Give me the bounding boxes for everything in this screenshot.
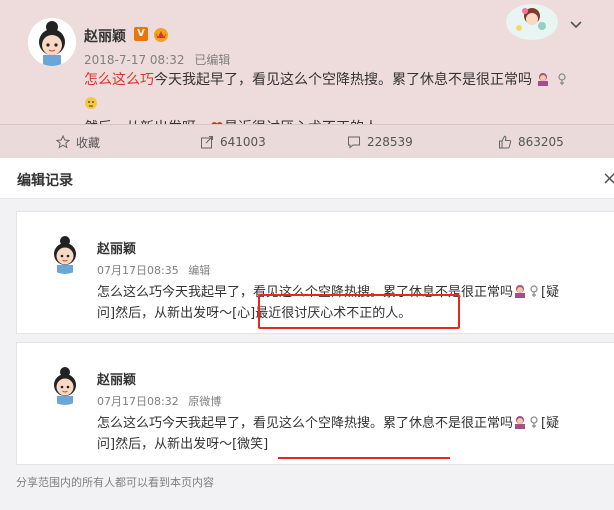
- dialog-title: 编辑记录: [17, 173, 73, 189]
- comment-count: 228539: [367, 135, 413, 149]
- post-text-line1: 今天我起早了，看见这么个空降热搜。累了休息不是很正常吗: [154, 72, 532, 88]
- avatar[interactable]: [45, 365, 85, 405]
- author-name[interactable]: 赵丽颖: [84, 26, 126, 46]
- post-meta: 2018-7-17 08:32 已编辑: [84, 51, 236, 68]
- edit-history-dialog: 编辑记录 × 赵丽颖 07月17日08:35 编辑 怎么这么巧今天我起早了，看见…: [0, 158, 614, 510]
- chevron-down-icon[interactable]: [568, 16, 584, 32]
- vip-badge: V: [134, 27, 148, 41]
- red-underline: [278, 457, 450, 459]
- record-text-suffix: [疑: [541, 285, 560, 300]
- dialog-body: 赵丽颖 07月17日08:35 编辑 怎么这么巧今天我起早了，看见这么个空降热搜…: [0, 199, 614, 510]
- record-author[interactable]: 赵丽颖: [97, 369, 136, 388]
- record-meta: 07月17日08:35 编辑: [97, 262, 216, 278]
- red-highlight-box: [258, 294, 460, 329]
- like-button[interactable]: 863205: [498, 125, 564, 159]
- record-text-line1: 怎么这么巧今天我起早了，看见这么个空降热搜。累了休息不是很正常吗: [97, 416, 514, 431]
- weibo-post: 赵丽颖 V 2018-7-17 08:32 已编辑 怎么这么巧今天我起早了，看见…: [0, 0, 614, 159]
- edit-record-card: 赵丽颖 07月17日08:35 编辑 怎么这么巧今天我起早了，看见这么个空降热搜…: [16, 211, 614, 334]
- like-icon: [499, 135, 512, 149]
- edit-record-card: 赵丽颖 07月17日08:32 原微博 怎么这么巧今天我起早了，看见这么个空降热…: [16, 342, 614, 465]
- record-text-line2: 问]然后，从新出发呀～[微笑]: [97, 437, 269, 452]
- female-sign-icon: [530, 416, 538, 428]
- thinking-emoji-icon: [85, 97, 97, 109]
- comment-button[interactable]: 228539: [347, 125, 413, 159]
- record-author[interactable]: 赵丽颖: [97, 238, 136, 257]
- action-bar: 收藏 641003 228539 863205: [0, 124, 614, 159]
- share-count: 641003: [220, 135, 266, 149]
- comment-icon: [348, 136, 360, 149]
- cover-decoration: [506, 4, 558, 40]
- crown-icon: [154, 28, 168, 42]
- avatar[interactable]: [45, 234, 85, 274]
- like-count: 863205: [518, 135, 564, 149]
- post-time[interactable]: 2018-7-17 08:32: [84, 53, 185, 67]
- close-icon[interactable]: ×: [602, 168, 614, 189]
- star-icon: [56, 135, 70, 149]
- shrug-emoji-icon: [538, 73, 549, 86]
- favorite-button[interactable]: 收藏: [56, 125, 100, 159]
- edited-label[interactable]: 已编辑: [194, 53, 230, 67]
- share-button[interactable]: 641003: [200, 125, 266, 159]
- topic-link[interactable]: 怎么这么巧: [84, 72, 154, 88]
- female-sign-icon: [530, 285, 538, 297]
- avatar[interactable]: [28, 18, 76, 66]
- female-sign-icon: [558, 73, 566, 85]
- record-tag: 原微博: [188, 395, 222, 408]
- record-text-suffix: [疑: [541, 416, 560, 431]
- record-meta: 07月17日08:32 原微博: [97, 393, 227, 409]
- favorite-label: 收藏: [76, 135, 101, 150]
- shrug-emoji-icon: [515, 285, 526, 298]
- share-icon: [201, 136, 213, 149]
- record-text: 怎么这么巧今天我起早了，看见这么个空降热搜。累了休息不是很正常吗 [疑 问]然后，…: [97, 413, 597, 455]
- record-time: 07月17日08:35: [97, 264, 179, 277]
- visibility-note: 分享范围内的所有人都可以看到本页内容: [16, 476, 214, 489]
- record-time: 07月17日08:32: [97, 395, 179, 408]
- record-tag: 编辑: [188, 264, 211, 277]
- shrug-emoji-icon: [515, 416, 526, 429]
